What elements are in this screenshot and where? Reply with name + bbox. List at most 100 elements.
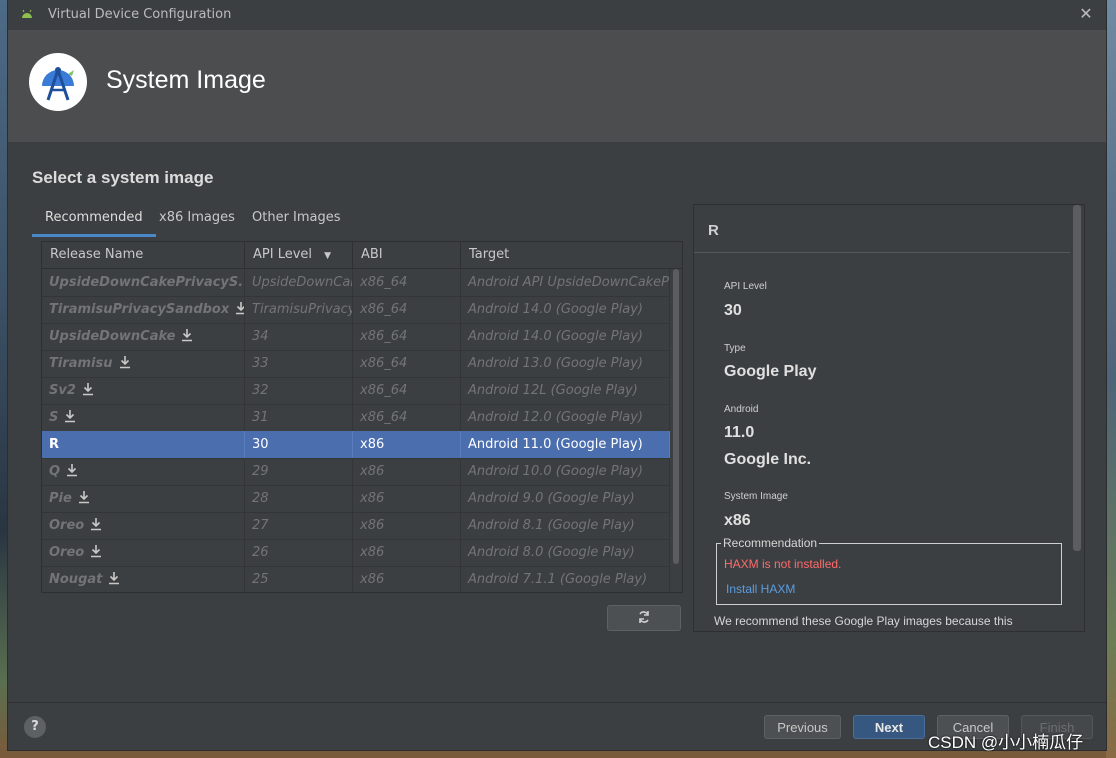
abi-cell-text: x86_64 [360, 329, 408, 344]
api-level-cell-text: 30 [252, 437, 269, 452]
abi-cell: x86 [353, 566, 461, 592]
table-row[interactable]: S 31 x86_64 Android 12.0 (Google Play) [42, 404, 670, 432]
target-cell: Android 13.0 (Google Play) [461, 350, 670, 377]
target-cell: Android 8.1 (Google Play) [461, 512, 670, 539]
target-cell: Android 11.0 (Google Play) [461, 431, 670, 458]
api-level-cell-text: 26 [252, 545, 269, 560]
details-title: R [708, 222, 719, 239]
target-cell: Android 10.0 (Google Play) [461, 458, 670, 485]
target-cell-text: Android 12L (Google Play) [468, 383, 638, 398]
api-level-cell-text: 29 [252, 464, 269, 479]
previous-button[interactable]: Previous [764, 715, 841, 739]
table-row[interactable]: R 30 x86 Android 11.0 (Google Play) [42, 431, 670, 459]
target-cell-text: Android API UpsideDownCakePrivacySandbox [468, 275, 670, 290]
table-row[interactable]: Tiramisu 33 x86_64 Android 13.0 (Google Pla… [42, 350, 670, 378]
recommendation-label: Recommendation [721, 536, 820, 550]
download-icon[interactable] [90, 544, 102, 558]
image-details-panel: R API Level 30 Type Google Play Android … [693, 204, 1085, 632]
release-name-cell-text: S [49, 410, 59, 425]
close-icon[interactable]: ✕ [1076, 4, 1096, 24]
api-level-label: API Level [724, 281, 767, 292]
target-cell-text: Android 8.1 (Google Play) [468, 518, 635, 533]
haxm-warning: HAXM is not installed. [724, 557, 842, 571]
release-name-cell-text: Q [49, 464, 61, 479]
abi-cell-text: x86_64 [360, 275, 408, 290]
next-button[interactable]: Next [853, 715, 925, 739]
abi-cell: x86 [353, 458, 461, 485]
android-version-value: 11.0 [724, 424, 755, 441]
download-icon[interactable] [90, 517, 102, 531]
table-row[interactable]: Oreo 27 x86 Android 8.1 (Google Play) [42, 512, 670, 540]
target-cell: Android API UpsideDownCakePrivacySandbox [461, 269, 670, 296]
abi-cell: x86_64 [353, 323, 461, 350]
column-header-api-level-label: API Level [253, 247, 313, 262]
help-button[interactable]: ? [24, 716, 46, 738]
download-icon[interactable] [66, 463, 78, 477]
abi-cell: x86 [353, 431, 461, 458]
table-row[interactable]: Oreo 26 x86 Android 8.0 (Google Play) [42, 539, 670, 567]
api-level-cell: 30 [245, 431, 353, 458]
table-row[interactable]: TiramisuPrivacySandbox TiramisuPrivacySan… [42, 296, 670, 324]
download-icon[interactable] [108, 571, 120, 585]
android-label: Android [724, 404, 759, 415]
download-icon[interactable] [235, 301, 245, 315]
abi-cell-text: x86_64 [360, 410, 408, 425]
vendor-value: Google Inc. [724, 451, 812, 468]
release-name-cell-text: UpsideDownCake [49, 329, 176, 344]
refresh-button[interactable] [607, 605, 681, 631]
footer-divider [8, 702, 1106, 703]
window-title: Virtual Device Configuration [48, 7, 232, 22]
api-level-value: 30 [724, 302, 742, 319]
target-cell-text: Android 7.1.1 (Google Play) [468, 572, 648, 587]
title-bar: Virtual Device Configuration ✕ [8, 0, 1106, 30]
sort-descending-icon: ▼ [324, 251, 332, 261]
column-header-release-name[interactable]: Release Name [42, 242, 245, 268]
api-level-cell: TiramisuPrivacySandbox [245, 296, 353, 323]
table-row[interactable]: Q 29 x86 Android 10.0 (Google Play) [42, 458, 670, 486]
tab-recommended[interactable]: Recommended [32, 206, 156, 237]
release-name-cell: Q [42, 458, 245, 485]
abi-cell: x86_64 [353, 377, 461, 404]
api-level-cell: 33 [245, 350, 353, 377]
release-name-cell-text: Oreo [49, 518, 85, 533]
system-image-label: System Image [724, 491, 788, 502]
api-level-cell: 34 [245, 323, 353, 350]
details-scrollbar[interactable] [1073, 205, 1081, 551]
abi-cell: x86_64 [353, 404, 461, 431]
target-cell-text: Android 13.0 (Google Play) [468, 356, 643, 371]
recommendation-description: We recommend these Google Play images be… [714, 614, 1013, 628]
table-header: Release Name API Level ▼ ABI Target [42, 242, 682, 269]
abi-cell-text: x86 [360, 437, 385, 452]
install-haxm-link[interactable]: Install HAXM [726, 582, 795, 596]
table-row[interactable]: UpsideDownCakePrivacyS... UpsideDownCake x… [42, 269, 670, 297]
download-icon[interactable] [78, 490, 90, 504]
release-name-cell: UpsideDownCakePrivacyS... [42, 269, 245, 296]
release-name-cell-text: R [49, 437, 60, 452]
column-header-api-level[interactable]: API Level ▼ [245, 242, 353, 268]
abi-cell-text: x86_64 [360, 302, 408, 317]
table-row[interactable]: UpsideDownCake 34 x86_64 Android 14.0 (Goog… [42, 323, 670, 351]
download-icon[interactable] [119, 355, 131, 369]
table-row[interactable]: Sv2 32 x86_64 Android 12L (Google Play) [42, 377, 670, 405]
tab-x86-images[interactable]: x86 Images [146, 206, 248, 234]
release-name-cell-text: Pie [49, 491, 72, 506]
download-icon[interactable] [64, 409, 76, 423]
download-icon[interactable] [181, 328, 193, 342]
table-scrollbar[interactable] [670, 269, 682, 592]
api-level-cell-text: 32 [252, 383, 269, 398]
target-cell-text: Android 14.0 (Google Play) [468, 329, 643, 344]
table-scrollbar-thumb[interactable] [673, 269, 679, 564]
download-icon[interactable] [82, 382, 94, 396]
target-cell: Android 8.0 (Google Play) [461, 539, 670, 566]
abi-cell: x86 [353, 539, 461, 566]
desktop-background [1106, 0, 1116, 758]
abi-cell-text: x86_64 [360, 383, 408, 398]
api-level-cell-text: TiramisuPrivacySandbox [252, 302, 352, 317]
virtual-device-configuration-dialog: Virtual Device Configuration ✕ System Im… [8, 0, 1106, 750]
abi-cell-text: x86 [360, 491, 385, 506]
table-row[interactable]: Pie 28 x86 Android 9.0 (Google Play) [42, 485, 670, 513]
tab-other-images[interactable]: Other Images [239, 206, 354, 234]
column-header-abi[interactable]: ABI [353, 242, 461, 268]
column-header-target[interactable]: Target [461, 242, 682, 268]
table-row[interactable]: Nougat 25 x86 Android 7.1.1 (Google Play) [42, 566, 670, 592]
